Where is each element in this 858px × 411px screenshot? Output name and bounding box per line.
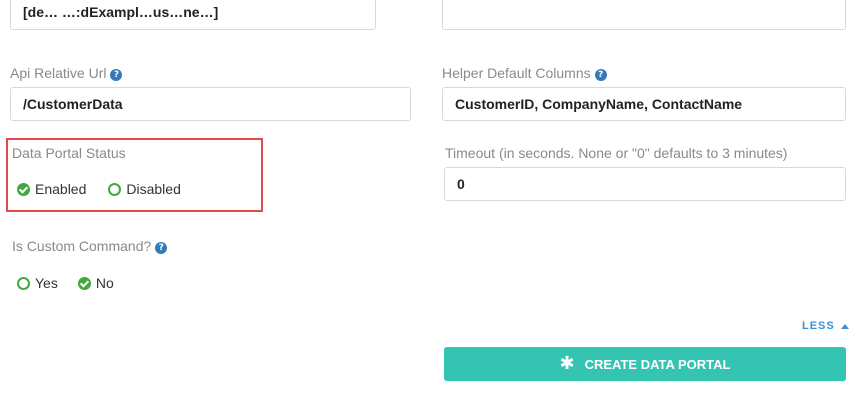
timeout-input[interactable]: 0 (444, 167, 846, 201)
api-relative-url-label-text: Api Relative Url (10, 65, 107, 81)
help-icon[interactable]: ? (594, 69, 607, 81)
less-link-label: LESS (802, 320, 835, 332)
data-portal-status-label: Data Portal Status (12, 145, 126, 161)
create-data-portal-label: CREATE DATA PORTAL (584, 356, 731, 372)
asterisk-icon: ✱ (559, 353, 575, 374)
api-relative-url-label: Api Relative Url? (10, 65, 123, 81)
radio-enabled-label: Enabled (35, 181, 87, 197)
api-relative-url-value: /CustomerData (23, 96, 123, 112)
caret-up-icon (840, 323, 849, 329)
data-portal-status-radio-group: Enabled Disabled (17, 181, 203, 197)
help-icon[interactable]: ? (110, 69, 123, 81)
timeout-label-text: Timeout (in seconds. None or "0" default… (445, 145, 788, 161)
radio-disabled-label: Disabled (126, 181, 181, 197)
radio-unchecked-icon (108, 182, 122, 196)
help-icon[interactable]: ? (155, 242, 168, 254)
is-custom-command-label: Is Custom Command?? (12, 238, 168, 254)
radio-enabled[interactable]: Enabled (17, 181, 86, 197)
radio-no-label: No (95, 275, 114, 291)
radio-disabled[interactable]: Disabled (108, 181, 181, 197)
radio-checked-icon (17, 182, 30, 196)
is-custom-command-radio-group: Yes No (17, 275, 136, 291)
top-input-value: [de… …:dExampl…us…ne…] (23, 3, 219, 20)
is-custom-command-label-text: Is Custom Command? (12, 238, 152, 254)
radio-yes[interactable]: Yes (17, 275, 58, 291)
timeout-value: 0 (457, 176, 465, 192)
less-link[interactable]: LESS (802, 320, 849, 332)
top-input[interactable]: [de… …:dExampl…us…ne…] (10, 0, 376, 30)
radio-no[interactable]: No (77, 275, 114, 291)
api-relative-url-input[interactable]: /CustomerData (10, 87, 411, 121)
radio-unchecked-icon (17, 276, 30, 290)
helper-default-columns-label-text: Helper Default Columns (442, 65, 591, 81)
top-right-input-edge[interactable] (442, 0, 846, 30)
helper-default-columns-label: Helper Default Columns? (442, 65, 607, 81)
radio-yes-label: Yes (35, 275, 58, 291)
helper-default-columns-value: CustomerID, CompanyName, ContactName (455, 96, 743, 112)
radio-checked-icon (77, 276, 91, 290)
create-data-portal-button[interactable]: ✱ CREATE DATA PORTAL (444, 347, 846, 381)
timeout-label: Timeout (in seconds. None or "0" default… (445, 145, 787, 161)
data-portal-status-label-text: Data Portal Status (12, 145, 126, 161)
helper-default-columns-input[interactable]: CustomerID, CompanyName, ContactName (442, 87, 846, 121)
